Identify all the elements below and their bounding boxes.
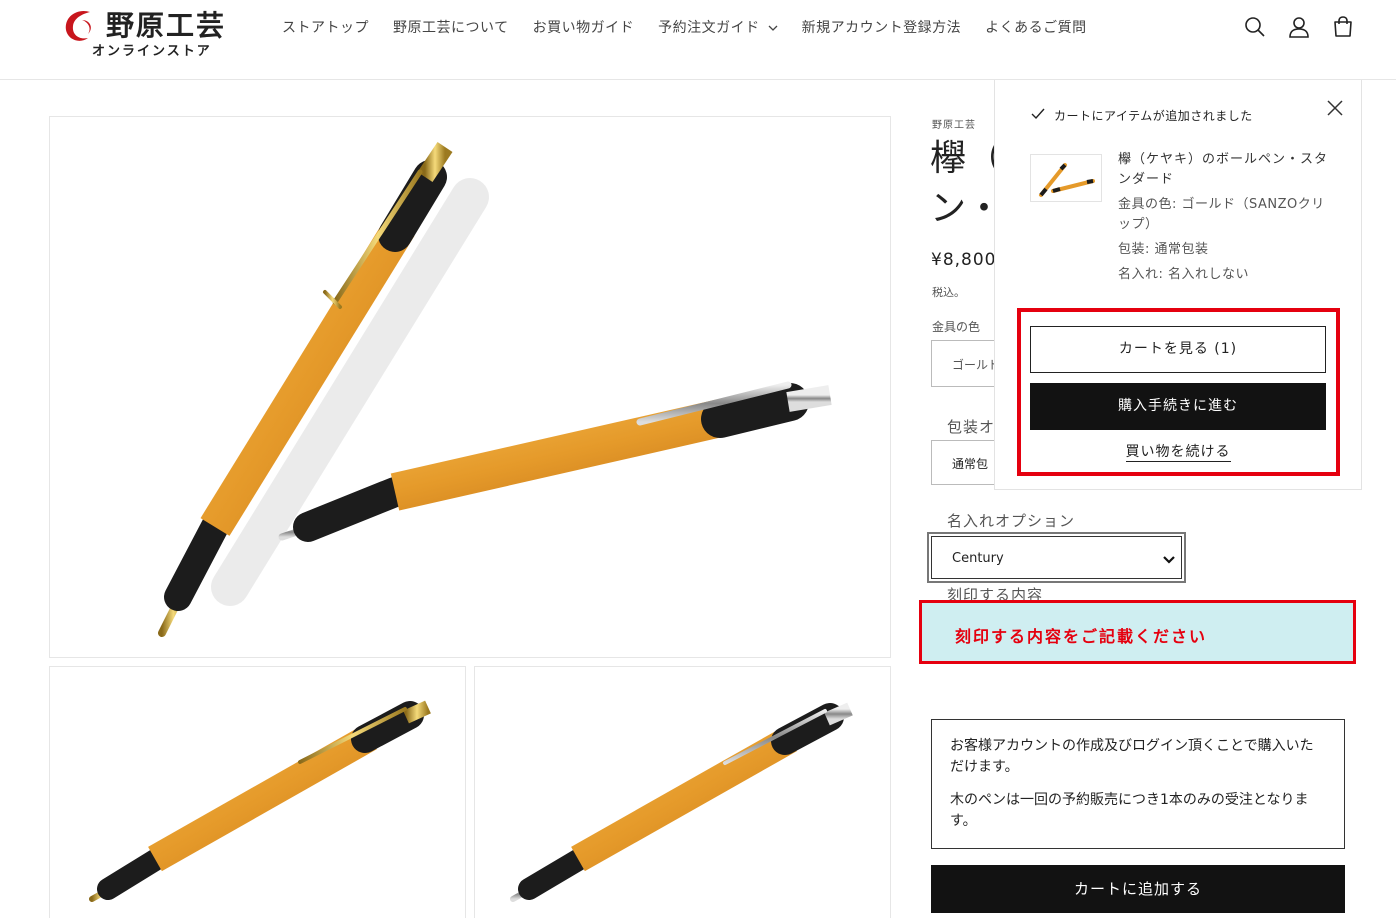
close-icon[interactable] [1325, 98, 1345, 118]
popup-item-wrap: 包装: 通常包装 [1118, 242, 1209, 257]
check-icon [1031, 108, 1045, 120]
nav-item-faq[interactable]: よくあるご質問 [973, 18, 1099, 38]
nav-label: よくあるご質問 [985, 20, 1087, 36]
search-icon[interactable] [1244, 15, 1266, 39]
nav-item-account-registration[interactable]: 新規アカウント登録方法 [790, 18, 974, 38]
header-icons [1244, 15, 1354, 39]
nav-label: 野原工芸について [393, 20, 509, 36]
notice-limit: 木のペンは一回の予約販売につき1本のみの受注となります。 [950, 792, 1309, 829]
cart-icon[interactable] [1332, 15, 1354, 39]
view-cart-button[interactable]: カートを見る (1) [1030, 326, 1326, 373]
color-option-value: ゴールド [952, 358, 1001, 372]
nav-item-store-top[interactable]: ストアトップ [282, 18, 381, 38]
notice-account: お客様アカウントの作成及びログイン頂くことで購入いただけます。 [950, 738, 1314, 775]
pen-photo-silver [510, 702, 853, 902]
wrap-option-label: 包装オ [947, 418, 996, 436]
popup-item-name-option: 名入れ: 名入れしない [1118, 267, 1250, 282]
account-icon[interactable] [1288, 15, 1310, 39]
nav-label: 新規アカウント登録方法 [801, 20, 962, 36]
nav-item-shopping-guide[interactable]: お買い物ガイド [521, 18, 647, 38]
site-header: 野原工芸 オンラインストア ストアトップ 野原工芸について お買い物ガイド 予約… [0, 0, 1396, 80]
main-nav: ストアトップ 野原工芸について お買い物ガイド 予約注文ガイド 新規アカウント登… [282, 18, 1099, 38]
color-option-label: 金具の色 [932, 320, 981, 334]
pen-photo-gold [89, 700, 431, 902]
engrave-input[interactable]: 刻印する内容をご記載ください [919, 600, 1356, 664]
tax-note: 税込。 [932, 286, 965, 299]
pen-thumbnail-image [1039, 163, 1095, 197]
product-image-thumb-1[interactable] [49, 666, 466, 918]
product-price: ¥8,800 [931, 250, 997, 270]
popup-item-thumbnail [1030, 154, 1102, 202]
product-vendor: 野原工芸 [932, 120, 976, 131]
product-image-main[interactable] [49, 116, 891, 658]
logo-sub-text: オンラインストア [92, 44, 212, 59]
add-to-cart-button[interactable]: カートに追加する [931, 865, 1345, 913]
nav-label: ストアトップ [282, 20, 369, 36]
engrave-placeholder: 刻印する内容をご記載ください [955, 627, 1208, 646]
chevron-down-icon [768, 25, 778, 31]
checkout-button[interactable]: 購入手続きに進む [1030, 383, 1326, 430]
popup-item-color: 金具の色: ゴールド（SANZOクリップ） [1118, 197, 1325, 232]
purchase-notice: お客様アカウントの作成及びログイン頂くことで購入いただけます。 木のペンは一回の… [931, 719, 1345, 849]
continue-shopping-link[interactable]: 買い物を続ける [1030, 441, 1326, 462]
product-image-thumb-2[interactable] [474, 666, 891, 918]
nav-item-preorder-guide[interactable]: 予約注文ガイド [646, 18, 790, 38]
pen-photo [158, 142, 832, 637]
logo-main-text: 野原工芸 [106, 9, 227, 42]
popup-title: カートにアイテムが追加されました [1054, 109, 1253, 123]
nav-label: 予約注文ガイド [658, 20, 760, 36]
wrap-option-value: 通常包 [952, 457, 989, 471]
nav-label: お買い物ガイド [532, 20, 635, 36]
nav-item-about[interactable]: 野原工芸について [381, 18, 521, 38]
name-font-select-focus: Century [927, 532, 1186, 583]
name-option-label: 名入れオプション [947, 512, 1076, 530]
continue-shopping-label: 買い物を続ける [1125, 444, 1231, 462]
popup-item-name: 欅（ケヤキ）のボールペン・スタンダード [1118, 152, 1329, 187]
select-value: Century [952, 551, 1004, 566]
chevron-down-icon [1163, 556, 1175, 564]
name-font-select[interactable]: Century [931, 536, 1182, 579]
store-logo[interactable]: 野原工芸 オンラインストア [60, 4, 250, 59]
